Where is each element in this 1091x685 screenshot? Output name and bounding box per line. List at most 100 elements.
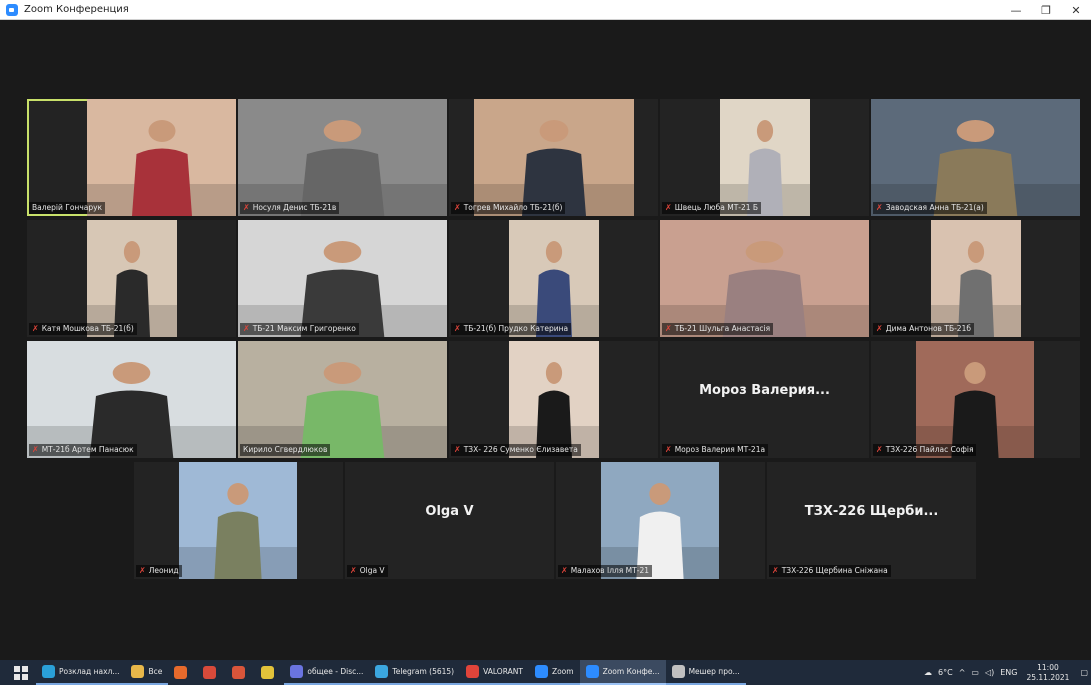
taskbar-item-label: Все	[148, 667, 163, 676]
weather-icon[interactable]: ☁	[924, 668, 932, 677]
taskbar-item[interactable]: Zoom Конфе...	[579, 660, 666, 685]
chevron-up-icon[interactable]: ^	[959, 668, 966, 677]
taskbar-item-label: Розклад нахл...	[59, 667, 120, 676]
participant-name-label: ✗ МТ-21б Артем Панасюк	[29, 444, 137, 456]
taskbar-item[interactable]	[168, 660, 197, 685]
participant-video	[509, 220, 599, 337]
app-yellow-icon	[261, 666, 275, 679]
system-tray: ☁ 6°C ^ ▭ ◁) ENG 11:00 25.11.2021 ▢	[921, 660, 1091, 685]
participant-name: Леонид	[148, 566, 179, 575]
zoom-app-icon	[6, 3, 18, 16]
participant-video	[238, 341, 447, 458]
taskbar-item[interactable]: VALORANT	[460, 660, 529, 685]
clock[interactable]: 11:00 25.11.2021	[1026, 663, 1069, 683]
notification-icon[interactable]: ▢	[1080, 668, 1088, 677]
participant-name: ТБ-21 Шульга Анастасія	[674, 324, 771, 333]
taskbar-item[interactable]	[197, 660, 226, 685]
participant-name: ТБ-21(б) Прудко Катерина	[463, 324, 569, 333]
participant-tile[interactable]: ТЗХ-226 Щерби... ✗ ТЗХ-226 Щербина Сніжана	[767, 462, 976, 579]
participant-name: Дима Антонов ТБ-21б	[885, 324, 971, 333]
participant-tile[interactable]: ✗ ТЗХ-226 Пайлас Софія	[871, 341, 1080, 458]
gallery-view: Валерій Гончарук ✗ Носуля Денис ТБ-21в ✗ Тог…	[0, 20, 1091, 660]
participant-name: Olga V	[359, 566, 385, 575]
participant-tile[interactable]: ✗ Носуля Денис ТБ-21в	[238, 99, 447, 216]
mic-muted-icon: ✗	[243, 324, 250, 333]
participant-tile[interactable]: ✗ Малахов Ілля МТ-21	[556, 462, 765, 579]
participant-name-label: ✗ Катя Мошкова ТБ-21(б)	[29, 323, 137, 335]
participant-video	[87, 99, 236, 216]
mic-muted-icon: ✗	[561, 566, 568, 575]
participant-tile[interactable]: ✗ ТБ-21 Шульга Анастасія	[660, 220, 869, 337]
zoom-icon	[585, 665, 599, 678]
taskbar-item[interactable]: Telegram (5615)	[369, 660, 461, 685]
valorant-icon	[466, 665, 480, 678]
participant-name: ТБ-21 Максим Григоренко	[252, 324, 356, 333]
participant-tile[interactable]: ✗ Катя Мошкова ТБ-21(б)	[27, 220, 236, 337]
participant-name-label: ✗ Мороз Валерия МТ-21а	[662, 444, 769, 456]
mic-muted-icon: ✗	[876, 445, 883, 454]
participant-video	[238, 99, 447, 216]
participant-tile[interactable]: ✗ ТБ-21 Максим Григоренко	[238, 220, 447, 337]
participant-name-label: ✗ Носуля Денис ТБ-21в	[240, 202, 340, 214]
taskbar-item[interactable]	[226, 660, 255, 685]
participant-video	[660, 220, 869, 337]
mic-muted-icon: ✗	[454, 445, 461, 454]
participant-video	[238, 220, 447, 337]
participant-tile[interactable]: Валерій Гончарук	[27, 99, 236, 216]
app-red-icon	[203, 666, 217, 679]
participant-name: Заводская Анна ТБ-21(а)	[885, 203, 984, 212]
network-icon[interactable]: ▭	[971, 668, 979, 677]
clock-date: 25.11.2021	[1026, 672, 1070, 682]
taskbar-item[interactable]: Все	[125, 660, 169, 685]
participant-name-label: ✗ Леонид	[136, 565, 182, 577]
mic-muted-icon: ✗	[876, 203, 883, 212]
participant-name-label: ✗ ТБ-21 Шульга Анастасія	[662, 323, 774, 335]
language-indicator[interactable]: ENG	[1000, 668, 1017, 677]
participant-tile[interactable]: ✗ ТБ-21(б) Прудко Катерина	[449, 220, 658, 337]
windows-start-icon[interactable]	[14, 665, 28, 680]
taskbar-item-label: Telegram (5615)	[392, 667, 455, 676]
taskbar-item[interactable]: Мешер про...	[665, 660, 746, 685]
participant-name-label: ✗ Заводская Анна ТБ-21(а)	[873, 202, 987, 214]
participant-tile[interactable]: ✗ Швець Люба МТ-21 Б	[660, 99, 869, 216]
participant-tile[interactable]: ✗ Леонид	[134, 462, 343, 579]
participant-video	[720, 99, 810, 216]
participant-tile[interactable]: Olga V ✗ Olga V	[345, 462, 554, 579]
maximize-button[interactable]: ❐	[1031, 0, 1061, 20]
participant-video	[27, 341, 236, 458]
mic-muted-icon: ✗	[665, 203, 672, 212]
participant-display-name: Мороз Валерия...	[699, 383, 830, 398]
participant-name: Катя Мошкова ТБ-21(б)	[41, 324, 134, 333]
participant-name: Мороз Валерия МТ-21а	[674, 445, 766, 454]
close-button[interactable]: ✕	[1061, 0, 1091, 20]
participant-tile[interactable]: ✗ МТ-21б Артем Панасюк	[27, 341, 236, 458]
volume-icon[interactable]: ◁)	[985, 668, 994, 677]
participant-video	[179, 462, 297, 579]
minimize-button[interactable]: —	[1001, 0, 1031, 20]
participant-tile[interactable]: ✗ Дима Антонов ТБ-21б	[871, 220, 1080, 337]
participant-tile[interactable]: ✗ Заводская Анна ТБ-21(а)	[871, 99, 1080, 216]
taskbar-item-label: общее - Disc...	[307, 667, 364, 676]
taskbar-item[interactable]	[255, 660, 284, 685]
participant-name: ТЗХ-226 Щербина Сніжана	[781, 566, 888, 575]
participant-name: ТЗХ- 226 Суменко Єлизавета	[463, 445, 578, 454]
messenger-icon	[671, 665, 685, 678]
window-title: Zoom Конференция	[24, 4, 129, 15]
participant-tile[interactable]: Мороз Валерия... ✗ Мороз Валерия МТ-21а	[660, 341, 869, 458]
zoom-icon	[534, 665, 548, 678]
taskbar-item[interactable]: Zoom	[528, 660, 580, 685]
participant-display-name: Olga V	[425, 504, 474, 519]
participant-name: Малахов Ілля МТ-21	[570, 566, 649, 575]
taskbar-item[interactable]: Розклад нахл...	[36, 660, 126, 685]
telegram-icon	[375, 665, 389, 678]
participant-tile[interactable]: Кирило Сгвердлюков	[238, 341, 447, 458]
app-tool-icon	[232, 666, 246, 679]
firefox-icon	[174, 666, 188, 679]
taskbar-item-label: VALORANT	[483, 667, 523, 676]
weather-temp[interactable]: 6°C	[938, 668, 953, 677]
participant-video	[474, 99, 634, 216]
taskbar-item[interactable]: общее - Disc...	[284, 660, 370, 685]
participant-video	[509, 341, 599, 458]
participant-tile[interactable]: ✗ ТЗХ- 226 Суменко Єлизавета	[449, 341, 658, 458]
participant-tile[interactable]: ✗ Тогрев Михайло ТБ-21(б)	[449, 99, 658, 216]
